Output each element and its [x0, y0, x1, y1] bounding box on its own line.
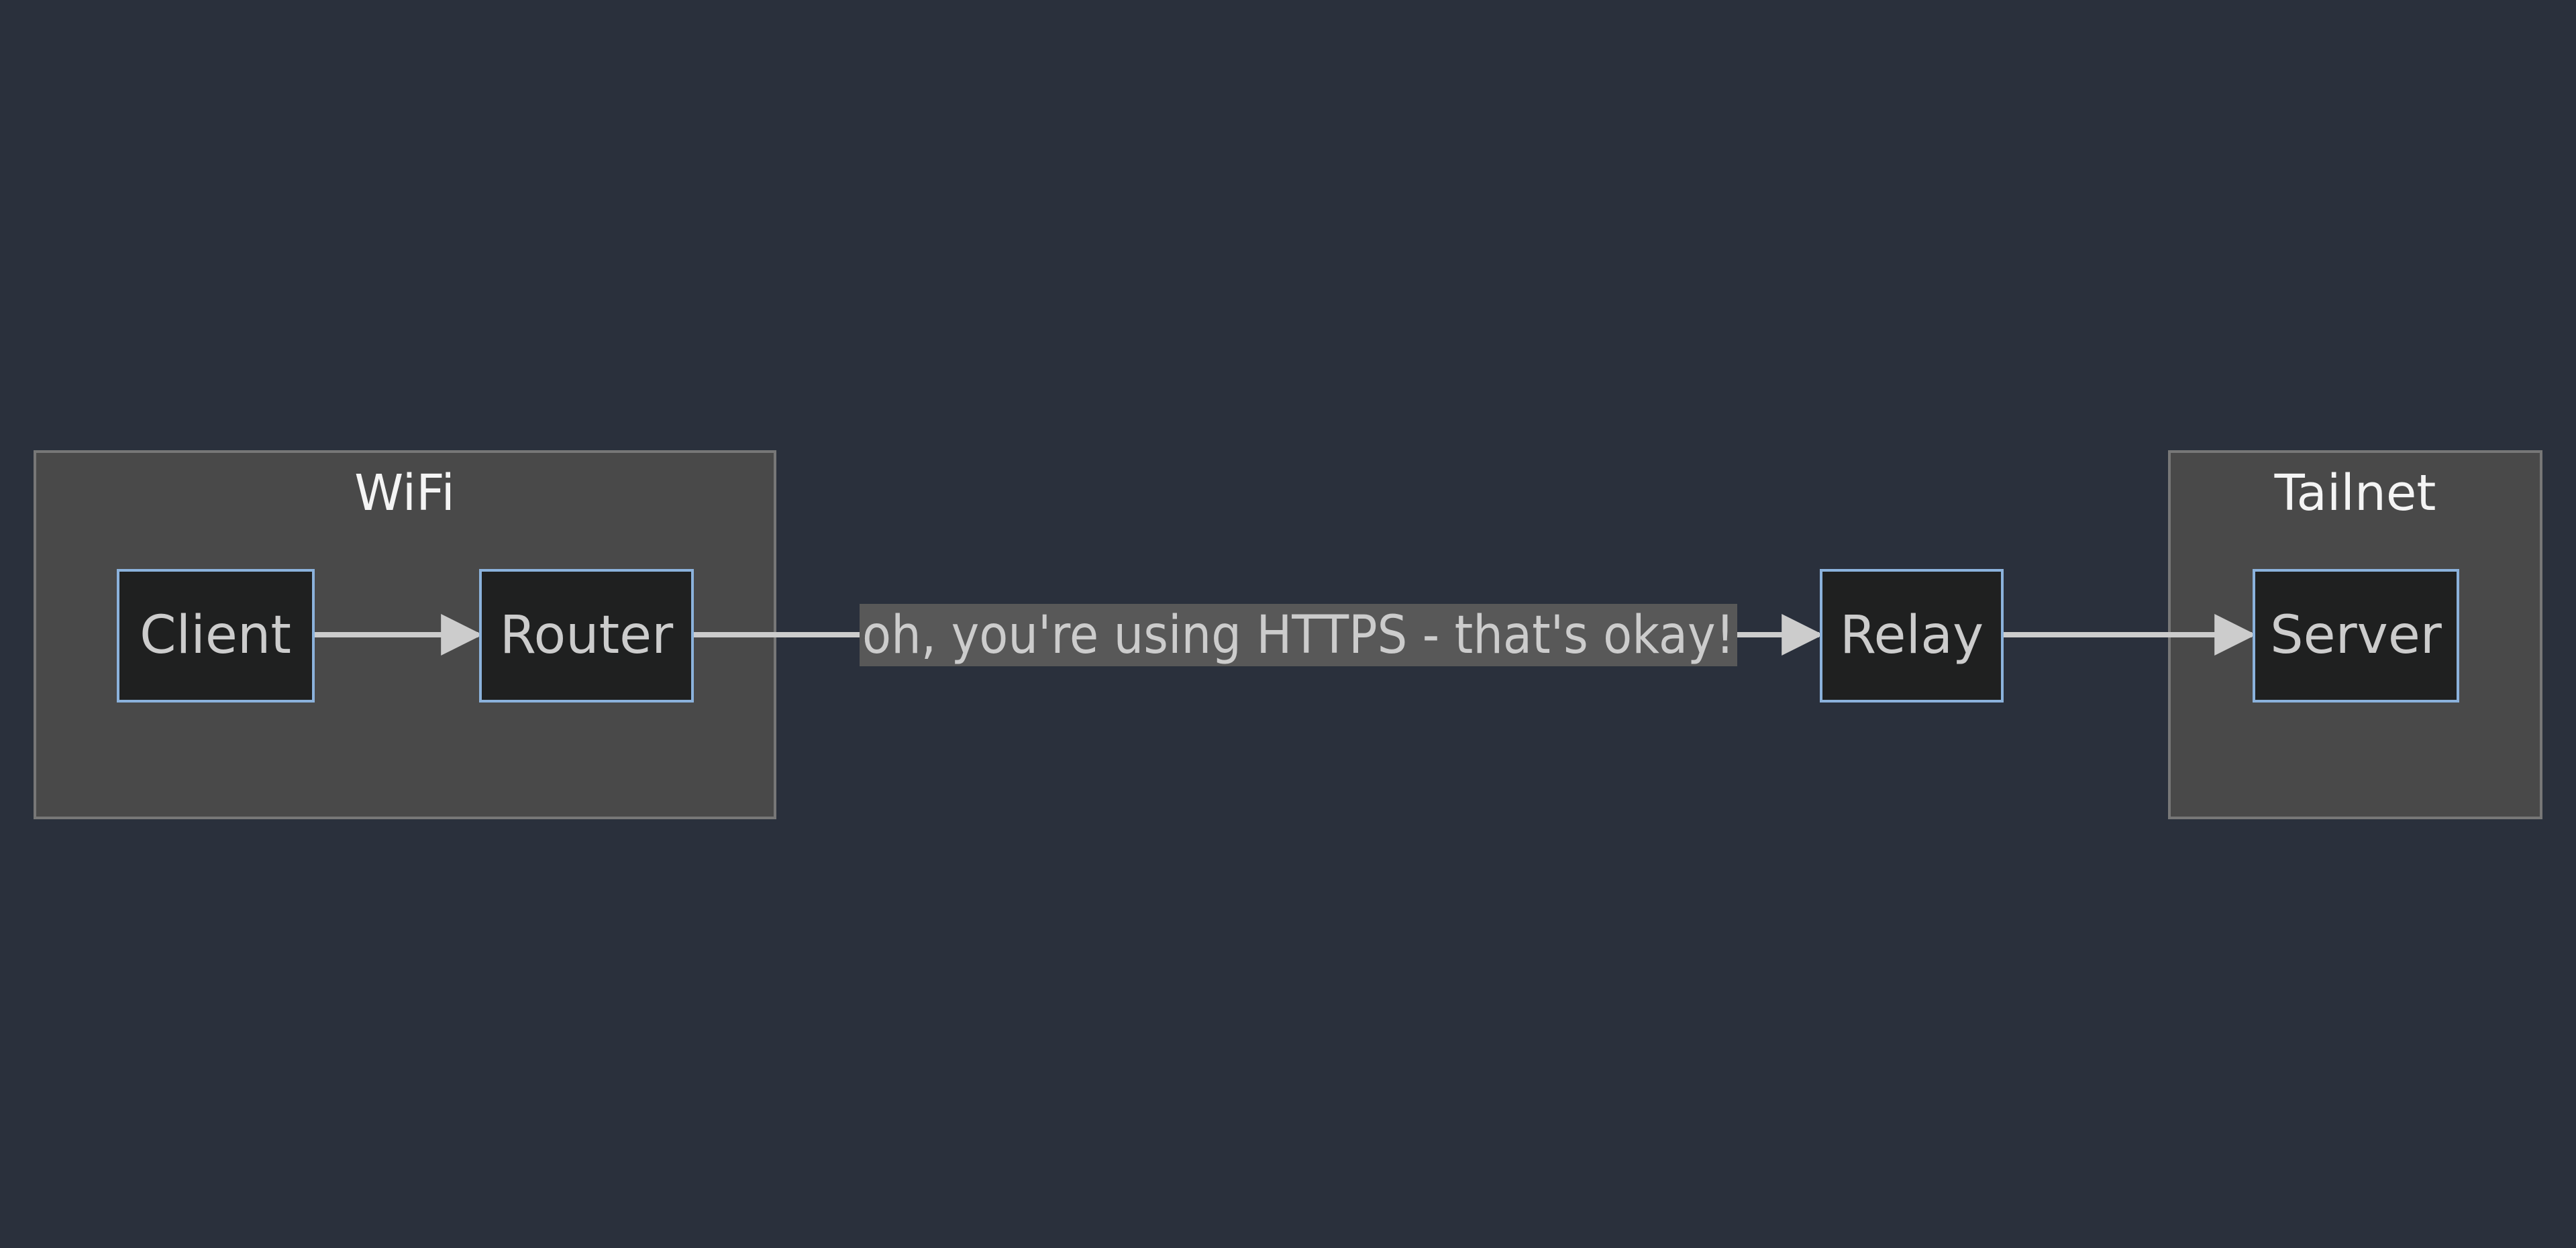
cluster-wifi-title: WiFi	[354, 464, 455, 522]
node-server-label: Server	[2270, 605, 2442, 666]
node-relay[interactable]: Relay	[1820, 569, 2004, 703]
node-client-label: Client	[140, 605, 291, 666]
node-server[interactable]: Server	[2253, 569, 2459, 703]
node-client[interactable]: Client	[117, 569, 315, 703]
node-router[interactable]: Router	[479, 569, 694, 703]
diagram-canvas: WiFi Tailnet oh, you're using HTTPS - th…	[0, 0, 2576, 1245]
flowchart: WiFi Tailnet oh, you're using HTTPS - th…	[34, 450, 2542, 819]
edge-label-router-relay: oh, you're using HTTPS - that's okay!	[860, 604, 1737, 666]
node-router-label: Router	[500, 605, 674, 666]
node-relay-label: Relay	[1840, 605, 1983, 666]
edge-label-text: oh, you're using HTTPS - that's okay!	[862, 605, 1735, 666]
cluster-tailnet-title: Tailnet	[2274, 464, 2436, 522]
